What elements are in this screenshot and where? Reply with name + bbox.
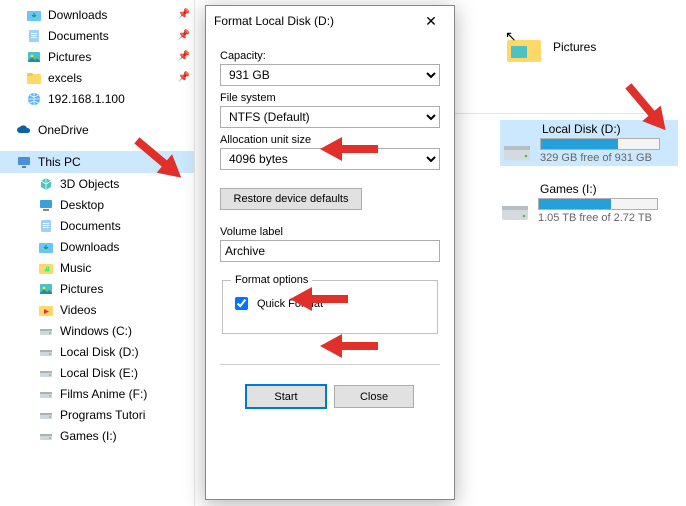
nav-label: excels bbox=[48, 71, 172, 85]
item-icon bbox=[38, 302, 54, 318]
nav-label: This PC bbox=[38, 155, 194, 169]
nav-label: 192.168.1.100 bbox=[48, 92, 194, 106]
nav-label: Downloads bbox=[60, 240, 194, 254]
nav-item[interactable]: Videos bbox=[0, 299, 194, 320]
pictures-tile[interactable]: Pictures bbox=[505, 30, 596, 64]
drive-name: Local Disk (D:) bbox=[542, 122, 676, 136]
drive-free: 329 GB free of 931 GB bbox=[540, 152, 676, 164]
quick-format-checkbox[interactable] bbox=[235, 297, 248, 310]
item-icon bbox=[38, 428, 54, 444]
pc-icon bbox=[16, 154, 32, 170]
format-options-label: Format options bbox=[231, 274, 312, 286]
filesystem-select[interactable]: NTFS (Default) bbox=[220, 106, 440, 128]
nav-label: Windows (C:) bbox=[60, 324, 194, 338]
usage-bar bbox=[540, 138, 660, 150]
nav-item[interactable]: Documents 📌 bbox=[0, 25, 194, 46]
pin-icon: 📌 bbox=[178, 9, 190, 20]
item-icon bbox=[38, 197, 54, 213]
close-button[interactable]: Close bbox=[334, 385, 414, 408]
nav-this-pc[interactable]: This PC bbox=[0, 151, 194, 173]
drive-free: 1.05 TB free of 2.72 TB bbox=[538, 212, 678, 224]
folder-icon bbox=[26, 28, 42, 44]
item-icon bbox=[38, 386, 54, 402]
nav-item[interactable]: Music bbox=[0, 257, 194, 278]
cloud-icon bbox=[16, 122, 32, 138]
nav-label: Desktop bbox=[60, 198, 194, 212]
nav-label: Local Disk (D:) bbox=[60, 345, 194, 359]
capacity-select[interactable]: 931 GB bbox=[220, 64, 440, 86]
nav-item[interactable]: Films Anime (F:) bbox=[0, 383, 194, 404]
nav-onedrive[interactable]: OneDrive bbox=[0, 119, 194, 141]
nav-item[interactable]: Pictures bbox=[0, 278, 194, 299]
nav-item[interactable]: Windows (C:) bbox=[0, 320, 194, 341]
drive-name: Games (I:) bbox=[540, 182, 678, 196]
nav-item[interactable]: excels 📌 bbox=[0, 67, 194, 88]
item-icon bbox=[38, 365, 54, 381]
disk-icon bbox=[502, 140, 532, 162]
drives-list: Local Disk (D:) 329 GB free of 931 GB Ga… bbox=[500, 120, 678, 240]
close-icon[interactable]: ✕ bbox=[416, 13, 446, 30]
folder-icon bbox=[26, 91, 42, 107]
item-icon bbox=[38, 407, 54, 423]
nav-item[interactable]: Desktop bbox=[0, 194, 194, 215]
pin-icon: 📌 bbox=[178, 51, 190, 62]
nav-item[interactable]: Games (I:) bbox=[0, 425, 194, 446]
nav-label: Documents bbox=[48, 29, 172, 43]
allocation-select[interactable]: 4096 bytes bbox=[220, 148, 440, 170]
nav-item[interactable]: 3D Objects bbox=[0, 173, 194, 194]
nav-item[interactable]: Documents bbox=[0, 215, 194, 236]
folder-icon bbox=[26, 7, 42, 23]
nav-item[interactable]: Local Disk (E:) bbox=[0, 362, 194, 383]
nav-label: Films Anime (F:) bbox=[60, 387, 194, 401]
folder-icon bbox=[26, 49, 42, 65]
drive-item[interactable]: Local Disk (D:) 329 GB free of 931 GB bbox=[500, 120, 678, 166]
nav-item[interactable]: Local Disk (D:) bbox=[0, 341, 194, 362]
item-icon bbox=[38, 260, 54, 276]
dialog-titlebar[interactable]: Format Local Disk (D:) ✕ bbox=[206, 6, 454, 36]
item-icon bbox=[38, 218, 54, 234]
nav-label: Downloads bbox=[48, 8, 172, 22]
nav-item[interactable]: 192.168.1.100 bbox=[0, 88, 194, 109]
item-icon bbox=[38, 344, 54, 360]
nav-label: Videos bbox=[60, 303, 194, 317]
item-icon bbox=[38, 176, 54, 192]
nav-label: Music bbox=[60, 261, 194, 275]
folder-icon bbox=[26, 70, 42, 86]
start-button[interactable]: Start bbox=[246, 385, 326, 408]
nav-label: Games (I:) bbox=[60, 429, 194, 443]
filesystem-label: File system bbox=[220, 92, 440, 104]
nav-label: 3D Objects bbox=[60, 177, 194, 191]
disk-icon bbox=[500, 200, 530, 222]
nav-label: Pictures bbox=[60, 282, 194, 296]
nav-item[interactable]: Pictures 📌 bbox=[0, 46, 194, 67]
dialog-title: Format Local Disk (D:) bbox=[214, 14, 416, 28]
capacity-label: Capacity: bbox=[220, 50, 440, 62]
pin-icon: 📌 bbox=[178, 30, 190, 41]
restore-defaults-button[interactable]: Restore device defaults bbox=[220, 188, 362, 210]
quick-format-label: Quick Format bbox=[257, 298, 323, 310]
volume-label-label: Volume label bbox=[220, 226, 440, 238]
tile-label: Pictures bbox=[553, 40, 596, 54]
usage-bar bbox=[538, 198, 658, 210]
item-icon bbox=[38, 239, 54, 255]
nav-item[interactable]: Downloads bbox=[0, 236, 194, 257]
nav-label: Local Disk (E:) bbox=[60, 366, 194, 380]
cursor-icon: ↖ bbox=[505, 28, 517, 45]
volume-label-input[interactable] bbox=[220, 240, 440, 262]
allocation-label: Allocation unit size bbox=[220, 134, 440, 146]
pin-icon: 📌 bbox=[178, 72, 190, 83]
nav-tree: Downloads 📌 Documents 📌 Pictures 📌 excel… bbox=[0, 0, 195, 506]
nav-item[interactable]: Programs Tutori bbox=[0, 404, 194, 425]
nav-label: Pictures bbox=[48, 50, 172, 64]
format-dialog: Format Local Disk (D:) ✕ ↖ Capacity: 931… bbox=[205, 5, 455, 500]
item-icon bbox=[38, 323, 54, 339]
format-options-group: Format options Quick Format bbox=[222, 274, 438, 334]
nav-label: Documents bbox=[60, 219, 194, 233]
quick-format-row[interactable]: Quick Format bbox=[231, 294, 429, 313]
nav-label: OneDrive bbox=[38, 123, 194, 137]
nav-item[interactable]: Downloads 📌 bbox=[0, 4, 194, 25]
drive-item[interactable]: Games (I:) 1.05 TB free of 2.72 TB bbox=[500, 182, 678, 224]
item-icon bbox=[38, 281, 54, 297]
nav-label: Programs Tutori bbox=[60, 408, 194, 422]
